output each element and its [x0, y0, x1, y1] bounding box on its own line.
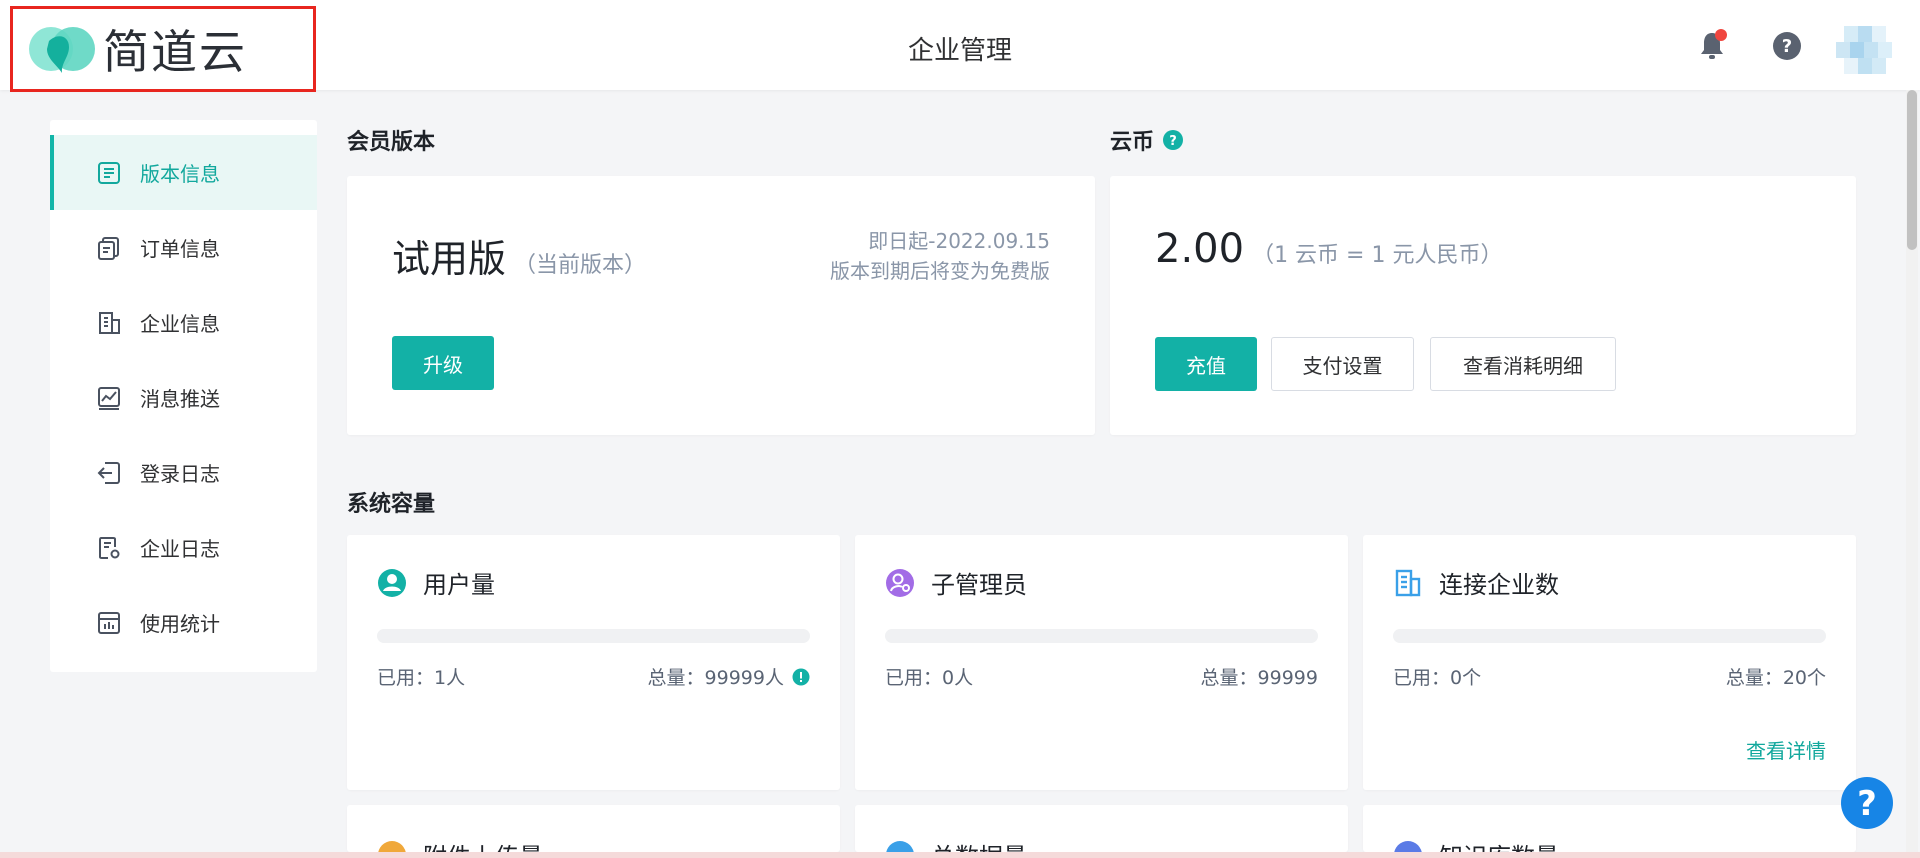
sidebar-item-label: 企业信息	[140, 312, 220, 336]
capacity-card-title: 总数据量	[931, 837, 1027, 852]
knowledge-base-icon	[1394, 840, 1422, 852]
version-name: 试用版 （当前版本）	[392, 228, 646, 283]
question-icon[interactable]: ?	[1162, 129, 1184, 151]
info-icon[interactable]	[792, 668, 810, 686]
capacity-total: 总量：99999人	[648, 663, 810, 690]
help-icon[interactable]: ?	[1772, 31, 1802, 61]
capacity-card-connected-companies: 连接企业数 已用：0个 总量：20个 查看详情	[1363, 535, 1856, 790]
capacity-card-title: 知识库数量	[1439, 837, 1559, 852]
page-scrollbar[interactable]	[1906, 90, 1918, 858]
capacity-used: 已用：1人	[377, 667, 466, 689]
capacity-card-knowledge-base: 知识库数量	[1363, 805, 1856, 852]
capacity-total: 总量：20个	[1725, 667, 1826, 689]
capacity-card-title: 子管理员	[931, 571, 1027, 599]
recharge-button[interactable]: 充值	[1155, 337, 1257, 391]
capacity-card-title: 用户量	[423, 571, 495, 599]
coin-balance: 2.00 （1 云币 = 1 元人民币）	[1155, 226, 1502, 272]
version-expiry: 即日起-2022.09.15 版本到期后将变为免费版	[830, 226, 1050, 286]
coins-card: 2.00 （1 云币 = 1 元人民币） 充值 支付设置 查看消耗明细	[1110, 176, 1856, 435]
sidebar-item-login-log[interactable]: 登录日志	[50, 435, 317, 510]
capacity-card-attachments: 附件上传量	[347, 805, 840, 852]
capacity-progress-bar	[885, 629, 1318, 643]
capacity-progress-bar	[377, 629, 810, 643]
svg-text:?: ?	[1169, 134, 1177, 149]
sidebar-nav: 版本信息 订单信息 企业信息 消息推送 登录日志 企业日志 使用统计	[50, 120, 317, 672]
top-header: 简道云 企业管理 ?	[0, 0, 1920, 92]
building-icon	[99, 311, 120, 334]
capacity-card-title: 连接企业数	[1439, 571, 1559, 599]
log-settings-icon	[99, 536, 120, 559]
coins-title-text: 云币	[1110, 130, 1155, 155]
sidebar-item-order-info[interactable]: 订单信息	[50, 210, 317, 285]
capacity-progress-bar	[1393, 629, 1826, 643]
capacity-section-title: 系统容量	[347, 492, 436, 517]
capacity-used: 已用：0人	[885, 667, 974, 689]
view-details-link[interactable]: 查看详情	[1746, 735, 1826, 764]
sidebar-item-label: 订单信息	[140, 237, 220, 261]
view-consumption-button[interactable]: 查看消耗明细	[1430, 337, 1616, 391]
sidebar-item-label: 消息推送	[140, 387, 220, 411]
avatar[interactable]	[1836, 22, 1892, 82]
login-icon	[97, 461, 120, 484]
sidebar-item-label: 版本信息	[140, 162, 220, 186]
version-name-text: 试用版	[392, 237, 507, 281]
sidebar-item-company-log[interactable]: 企业日志	[50, 510, 317, 585]
page-title: 企业管理	[907, 36, 1012, 66]
bell-icon[interactable]	[1698, 28, 1730, 62]
capacity-card-header: 附件上传量	[377, 837, 543, 852]
scrollbar-thumb[interactable]	[1907, 90, 1917, 250]
capacity-card-header: 知识库数量	[1393, 837, 1559, 852]
chart-icon	[98, 386, 120, 410]
capacity-card-header: 总数据量	[885, 837, 1027, 852]
coin-rate-note: （1 云币 = 1 元人民币）	[1252, 243, 1503, 268]
capacity-card-sub-admins: 子管理员 已用：0人 总量：99999	[855, 535, 1348, 790]
sidebar-item-label: 使用统计	[140, 612, 220, 636]
expiry-note: 版本到期后将变为免费版	[830, 259, 1050, 283]
sidebar-item-usage-stats[interactable]: 使用统计	[50, 585, 317, 660]
sidebar-item-version-info[interactable]: 版本信息	[50, 135, 317, 210]
upgrade-button[interactable]: 升级	[392, 336, 494, 390]
capacity-card-header: 连接企业数	[1393, 565, 1559, 600]
capacity-total: 总量：99999	[1200, 667, 1318, 689]
coin-balance-value: 2.00	[1155, 226, 1245, 272]
capacity-card-total-data: 总数据量	[855, 805, 1348, 852]
user-icon	[378, 568, 406, 597]
sidebar-item-message-push[interactable]: 消息推送	[50, 360, 317, 435]
capacity-card-users: 用户量 已用：1人 总量：99999人	[347, 535, 840, 790]
attachment-icon	[378, 840, 406, 852]
floating-help-icon[interactable]: ?	[1840, 776, 1894, 830]
membership-section-title: 会员版本	[347, 130, 436, 155]
pay-settings-button[interactable]: 支付设置	[1271, 337, 1414, 391]
version-current-label: （当前版本）	[514, 253, 647, 278]
membership-card: 试用版 （当前版本） 即日起-2022.09.15 版本到期后将变为免费版 升级	[347, 176, 1095, 435]
svg-text:?: ?	[1857, 784, 1877, 824]
document-icon	[98, 161, 120, 184]
expiry-date: 即日起-2022.09.15	[868, 229, 1050, 253]
capacity-used: 已用：0个	[1393, 667, 1482, 689]
sidebar-item-company-info[interactable]: 企业信息	[50, 285, 317, 360]
capacity-card-header: 用户量	[377, 565, 495, 600]
list-icon	[886, 840, 914, 852]
bottom-edge	[0, 852, 1920, 858]
capacity-card-title: 附件上传量	[423, 837, 543, 852]
coins-section-title: 云币 ?	[1110, 124, 1184, 156]
calculator-icon	[98, 611, 120, 634]
company-icon	[1395, 569, 1421, 596]
svg-text:?: ?	[1782, 36, 1792, 57]
capacity-card-header: 子管理员	[885, 565, 1027, 600]
admin-icon	[886, 568, 914, 597]
sidebar-item-label: 登录日志	[140, 462, 220, 486]
order-icon	[98, 236, 119, 260]
capacity-total-text: 总量：99999人	[647, 667, 784, 689]
sidebar-item-label: 企业日志	[140, 537, 220, 561]
